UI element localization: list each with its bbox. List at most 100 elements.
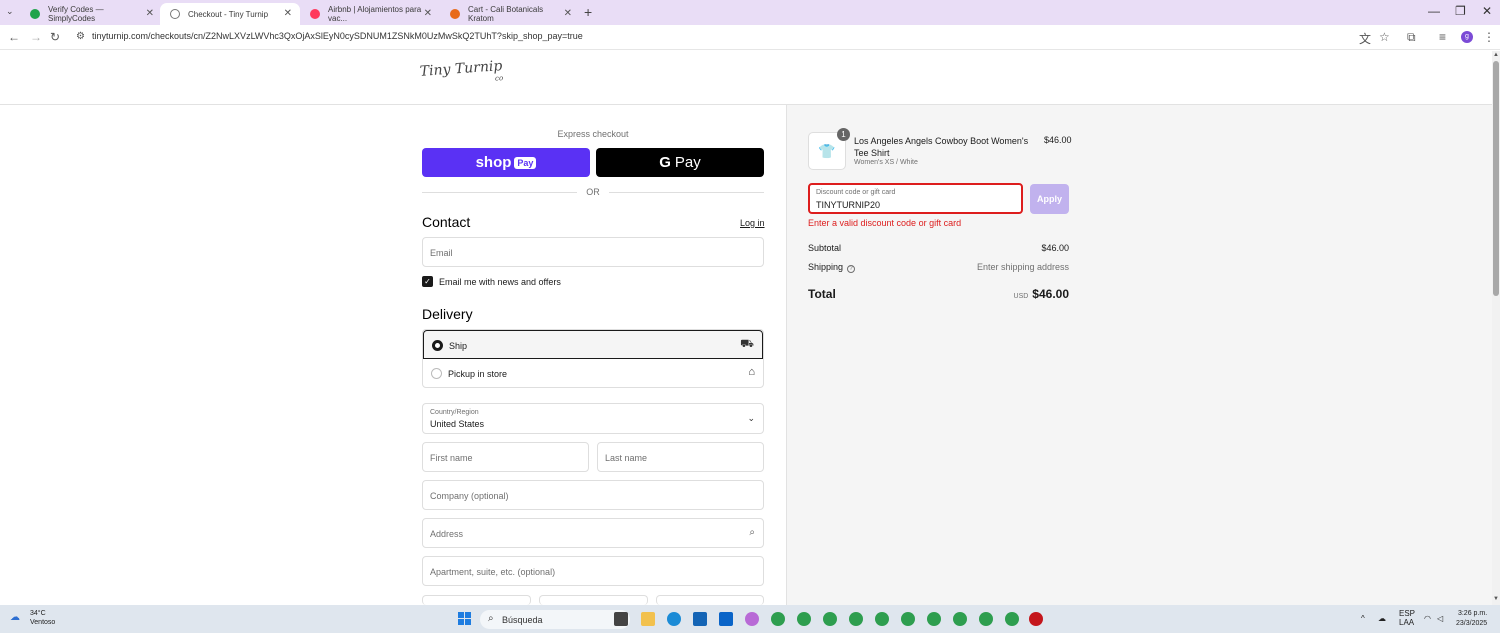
extensions-icon[interactable]: ⧉ — [1407, 30, 1416, 45]
shipping-value: Enter shipping address — [976, 262, 1069, 272]
country-select[interactable]: Country/Region United States ⌄ — [422, 403, 764, 434]
country-value: United States — [430, 419, 485, 429]
back-icon[interactable]: ← — [8, 30, 20, 44]
chrome-icon[interactable] — [823, 612, 837, 626]
or-text: OR — [586, 187, 600, 197]
chrome-icon[interactable] — [771, 612, 785, 626]
address-field[interactable]: Address ⌕ — [422, 518, 764, 548]
close-window-icon[interactable]: ✕ — [1482, 4, 1492, 18]
copilot-icon[interactable] — [745, 612, 759, 626]
bookmark-star-icon[interactable]: ☆ — [1379, 30, 1390, 44]
search-icon: ⌕ — [488, 613, 494, 624]
last-name-field[interactable]: Last name — [597, 442, 764, 472]
city-field[interactable] — [422, 595, 531, 605]
page-scrollbar[interactable]: ▲ ▼ — [1492, 51, 1500, 605]
menu-icon[interactable]: ⋮ — [1483, 30, 1495, 44]
onedrive-icon[interactable]: ☁ — [1378, 614, 1386, 623]
minimize-icon[interactable]: — — [1428, 4, 1440, 18]
order-summary-panel — [786, 105, 1492, 605]
newsletter-label: Email me with news and offers — [439, 277, 561, 287]
chrome-icon[interactable] — [875, 612, 889, 626]
help-icon[interactable]: ? — [847, 265, 856, 273]
simplycodes-favicon-icon — [30, 9, 40, 19]
system-clock[interactable]: 3:26 p.m. 23/3/2025 — [1456, 609, 1487, 629]
scrollbar-thumb[interactable] — [1493, 61, 1499, 296]
edge-icon[interactable] — [667, 612, 681, 626]
product-variant: Women's XS / White — [854, 159, 918, 166]
scroll-down-icon[interactable]: ▼ — [1492, 596, 1500, 602]
weather-widget[interactable]: ☁ 34°C Ventoso — [10, 609, 55, 627]
volume-icon[interactable]: ◁ — [1437, 614, 1443, 623]
google-g-icon: G — [659, 154, 671, 171]
log-in-link[interactable]: Log in — [740, 218, 765, 228]
tab-simplycodes[interactable]: Verify Codes — SimplyCodes ✕ — [20, 3, 162, 25]
store-app-icon[interactable] — [693, 612, 707, 626]
wifi-icon[interactable]: ◠ — [1424, 614, 1431, 623]
chrome-icon[interactable] — [797, 612, 811, 626]
ship-label: Ship — [449, 341, 468, 351]
translate-icon[interactable]: 文 — [1359, 30, 1371, 47]
email-field[interactable]: Email — [422, 237, 764, 267]
google-pay-button[interactable]: G Pay — [596, 148, 764, 177]
chrome-icon[interactable] — [953, 612, 967, 626]
tab-cali-botanicals[interactable]: Cart - Cali Botanicals Kratom ✕ — [440, 3, 580, 25]
clock-date: 23/3/2025 — [1456, 620, 1488, 627]
tab-airbnb[interactable]: Airbnb | Alojamientos para vac... ✕ — [300, 3, 440, 25]
pickup-radio[interactable] — [431, 368, 442, 379]
close-tab-icon[interactable]: ✕ — [564, 8, 572, 19]
tab-title: Airbnb | Alojamientos para vac... — [328, 5, 422, 23]
tray-chevron-icon[interactable]: ^ — [1361, 614, 1365, 623]
chrome-icon[interactable] — [901, 612, 915, 626]
truck-icon: ⛟ — [740, 338, 754, 350]
tab-bar: ⌄ Verify Codes — SimplyCodes ✕ Checkout … — [0, 0, 1500, 25]
opera-icon[interactable] — [1029, 612, 1043, 626]
pickup-option[interactable]: Pickup in store ⌂ — [423, 359, 763, 387]
express-checkout-label: Express checkout — [557, 129, 629, 139]
language-indicator[interactable]: ESP LAA — [1399, 609, 1415, 627]
ship-radio[interactable] — [432, 340, 443, 351]
pickup-label: Pickup in store — [448, 369, 508, 379]
apartment-placeholder: Apartment, suite, etc. (optional) — [430, 567, 556, 577]
tab-checkout[interactable]: Checkout - Tiny Turnip ✕ — [160, 3, 300, 25]
discount-code-input[interactable]: Discount code or gift card TINYTURNIP20 — [808, 183, 1023, 214]
chrome-icon[interactable] — [849, 612, 863, 626]
tab-search-icon[interactable]: ⌄ — [6, 6, 14, 17]
lang-code: ESP — [1399, 609, 1416, 618]
store-header: Tiny Turnip co — [0, 51, 1492, 105]
ship-option[interactable]: Ship ⛟ — [423, 330, 763, 359]
chrome-icon[interactable] — [1005, 612, 1019, 626]
new-tab-icon[interactable]: + — [584, 4, 592, 20]
apartment-field[interactable]: Apartment, suite, etc. (optional) — [422, 556, 764, 586]
apply-button[interactable]: Apply — [1030, 184, 1069, 214]
state-field[interactable] — [539, 595, 648, 605]
scroll-up-icon[interactable]: ▲ — [1492, 52, 1500, 58]
close-tab-icon[interactable]: ✕ — [146, 8, 154, 19]
maximize-icon[interactable]: ❐ — [1455, 4, 1466, 18]
company-field[interactable]: Company (optional) — [422, 480, 764, 510]
outlook-icon[interactable] — [719, 612, 733, 626]
temperature: 34°C — [30, 610, 46, 617]
reload-icon[interactable]: ↻ — [50, 30, 60, 44]
store-logo[interactable]: Tiny Turnip co — [419, 58, 503, 88]
forward-icon[interactable]: → — [30, 30, 42, 44]
file-explorer-icon[interactable] — [641, 612, 655, 626]
media-icon[interactable]: ≡ — [1439, 30, 1446, 44]
url-field[interactable]: tinyturnip.com/checkouts/cn/Z2NwLXVzLWVh… — [92, 31, 583, 41]
chrome-icon[interactable] — [979, 612, 993, 626]
shop-pay-badge: Pay — [514, 156, 537, 169]
chrome-icon[interactable] — [927, 612, 941, 626]
clock-time: 3:26 p.m. — [1457, 610, 1488, 617]
close-tab-icon[interactable]: ✕ — [424, 8, 432, 19]
close-tab-icon[interactable]: ✕ — [284, 8, 292, 19]
total-label: Total — [808, 287, 836, 301]
shop-pay-button[interactable]: shop Pay — [422, 148, 590, 177]
newsletter-checkbox[interactable]: ✓ — [422, 276, 433, 287]
profile-avatar[interactable]: g — [1461, 31, 1473, 43]
zip-field[interactable] — [656, 595, 764, 605]
quantity-badge: 1 — [837, 128, 850, 141]
windows-start-icon[interactable] — [458, 612, 472, 626]
site-info-icon[interactable]: ⚙ — [76, 31, 85, 42]
task-view-icon[interactable] — [614, 612, 628, 626]
first-name-field[interactable]: First name — [422, 442, 589, 472]
taskbar-search[interactable]: ⌕ Búsqueda — [480, 610, 630, 629]
